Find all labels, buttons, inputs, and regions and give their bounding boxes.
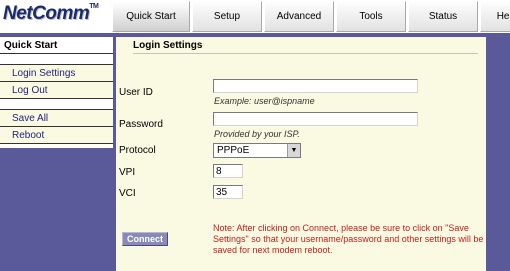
protocol-label: Protocol xyxy=(119,145,156,156)
tab-setup[interactable]: Setup xyxy=(192,1,262,32)
title-divider xyxy=(133,53,478,54)
netcomm-logo: NetCommTM xyxy=(3,3,99,24)
tab-tools[interactable]: Tools xyxy=(336,1,406,32)
vci-input[interactable] xyxy=(213,185,243,199)
main-panel: Login Settings User ID Example: user@isp… xyxy=(116,37,486,271)
main-nav: Quick Start Setup Advanced Tools Status … xyxy=(112,1,510,32)
sidebar-spacer xyxy=(0,99,113,110)
sidebar-item-log-out[interactable]: Log Out xyxy=(0,82,113,99)
sidebar-heading: Quick Start xyxy=(0,37,113,54)
password-hint: Provided by your ISP. xyxy=(214,129,300,139)
tab-quick-start[interactable]: Quick Start xyxy=(112,1,190,32)
connect-note: Note: After clicking on Connect, please … xyxy=(213,223,484,255)
connect-button[interactable]: Connect xyxy=(122,232,168,246)
sidebar-item-save-all[interactable]: Save All xyxy=(0,110,113,127)
tab-status[interactable]: Status xyxy=(408,1,478,32)
vpi-label: VPI xyxy=(119,167,136,178)
sidebar-item-login-settings[interactable]: Login Settings xyxy=(0,65,113,82)
sidebar: Quick Start Login Settings Log Out Save … xyxy=(0,37,113,148)
sidebar-spacer xyxy=(0,54,113,65)
user-id-input[interactable] xyxy=(213,79,418,93)
page-title: Login Settings xyxy=(133,40,203,51)
protocol-selected-value: PPPoE xyxy=(217,145,250,156)
protocol-select[interactable]: PPPoE ▼ xyxy=(213,143,301,158)
password-input[interactable] xyxy=(213,112,418,126)
chevron-down-icon[interactable]: ▼ xyxy=(287,144,300,157)
vpi-input[interactable] xyxy=(213,164,243,178)
password-label: Password xyxy=(119,119,163,130)
top-bar: NetCommTM Quick Start Setup Advanced Too… xyxy=(0,0,510,35)
vci-label: VCI xyxy=(119,188,136,199)
tab-advanced[interactable]: Advanced xyxy=(264,1,334,32)
user-id-label: User ID xyxy=(119,87,153,98)
sidebar-item-reboot[interactable]: Reboot xyxy=(0,127,113,144)
user-id-hint: Example: user@ispname xyxy=(214,96,315,106)
tab-help[interactable]: Help xyxy=(480,1,510,32)
